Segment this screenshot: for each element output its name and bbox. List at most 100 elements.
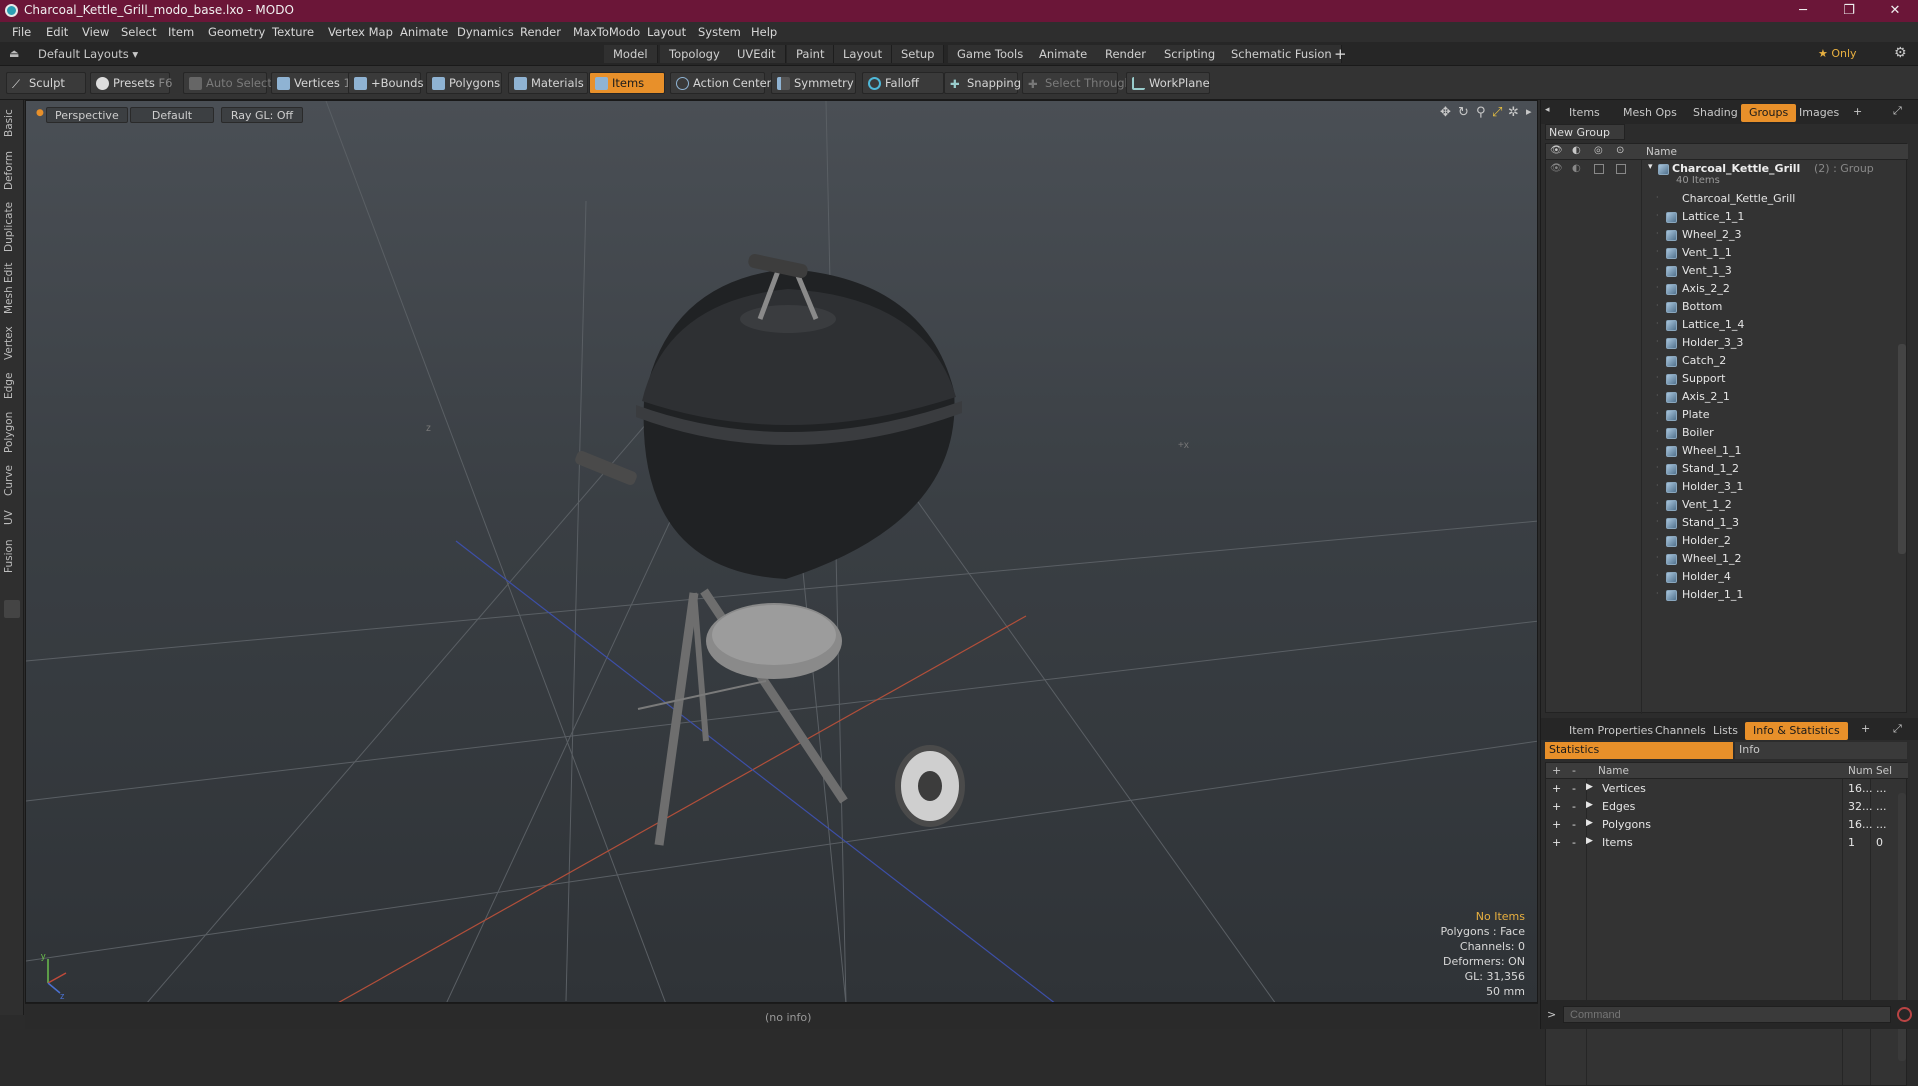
menu-view[interactable]: View (82, 25, 109, 39)
menu-animate[interactable]: Animate (400, 25, 448, 39)
new-group-button[interactable]: New Group (1545, 124, 1625, 140)
materials-button[interactable]: Materials (508, 72, 588, 94)
expand-triangle-icon[interactable]: ▶ (1586, 818, 1593, 828)
list-item[interactable]: · Charcoal_Kettle_Grill (1546, 191, 1906, 209)
presets-button[interactable]: Presets F6 (90, 72, 172, 94)
add-row-icon[interactable]: + (1552, 782, 1561, 795)
expand-triangle-icon[interactable]: ▶ (1586, 800, 1593, 810)
gear-icon[interactable]: ⚙ (1894, 45, 1907, 61)
tab-render[interactable]: Render (1096, 45, 1156, 63)
select-through-button[interactable]: ✚ Select Through (1022, 72, 1132, 94)
table-row[interactable]: + - ▶ Items 1 0 (1546, 835, 1906, 853)
lock-column-icon[interactable]: ◎ (1594, 145, 1603, 156)
tab-info-statistics[interactable]: Info & Statistics (1745, 722, 1848, 740)
menu-file[interactable]: File (12, 25, 31, 39)
list-item[interactable]: · Stand_1_2 (1546, 461, 1906, 479)
menu-vertex-map[interactable]: Vertex Map (328, 25, 393, 39)
stats-expand-icon[interactable]: ⤢ (1893, 722, 1902, 736)
remove-row-icon[interactable]: - (1572, 800, 1576, 813)
workplane-button[interactable]: WorkPlane (1126, 72, 1210, 94)
layout-dropdown[interactable]: Default Layouts ▾ (38, 47, 138, 61)
snapping-button[interactable]: ✚ Snapping (944, 72, 1021, 94)
menu-help[interactable]: Help (751, 25, 777, 39)
list-item[interactable]: · Plate (1546, 407, 1906, 425)
list-item[interactable]: · Stand_1_3 (1546, 515, 1906, 533)
groups-scrollbar[interactable] (1898, 344, 1906, 554)
tab-uv[interactable]: UV (3, 504, 21, 532)
tab-game-tools[interactable]: Game Tools (948, 45, 1034, 63)
menu-system[interactable]: System (698, 25, 741, 39)
panel-expand-icon[interactable]: ⤢ (1893, 104, 1902, 118)
remove-all-icon[interactable]: - (1572, 764, 1576, 777)
tab-animate[interactable]: Animate (1030, 45, 1098, 63)
list-item[interactable]: · Boiler (1546, 425, 1906, 443)
list-item[interactable]: · Wheel_1_2 (1546, 551, 1906, 569)
add-tab-button[interactable]: + (1334, 45, 1347, 63)
list-item[interactable]: · Vent_1_2 (1546, 497, 1906, 515)
action-center-button[interactable]: Action Center (670, 72, 771, 94)
vertices-button[interactable]: Vertices 1 (271, 72, 351, 94)
render-toggle-icon[interactable]: ◐ (1572, 163, 1581, 174)
list-item[interactable]: · Wheel_2_3 (1546, 227, 1906, 245)
visibility-column-icon[interactable]: 👁 (1550, 145, 1563, 156)
expand-strip-button[interactable] (4, 600, 20, 618)
menu-texture[interactable]: Texture (272, 25, 314, 39)
maximize-button[interactable]: ❐ (1826, 0, 1872, 22)
tab-mesh-edit[interactable]: Mesh Edit (3, 260, 21, 316)
add-row-icon[interactable]: + (1552, 800, 1561, 813)
tab-edge[interactable]: Edge (3, 368, 21, 404)
lock-checkbox[interactable] (1594, 164, 1604, 174)
add-row-icon[interactable]: + (1552, 818, 1561, 831)
tab-images[interactable]: Images (1791, 104, 1847, 122)
3d-viewport[interactable]: ● Perspective Default Ray GL: Off ✥ ↻ ⚲ … (25, 100, 1538, 1003)
remove-row-icon[interactable]: - (1572, 836, 1576, 849)
add-panel-tab-icon[interactable]: + (1853, 105, 1862, 118)
command-input[interactable] (1563, 1006, 1891, 1023)
menu-layout[interactable]: Layout (647, 25, 686, 39)
remove-row-icon[interactable]: - (1572, 782, 1576, 795)
falloff-button[interactable]: Falloff (862, 72, 944, 94)
group-row[interactable]: 👁 ◐ ▾ Charcoal_Kettle_Grill (2) : Group (1546, 161, 1906, 179)
tab-layout[interactable]: Layout (834, 45, 893, 63)
only-toggle[interactable]: ★ Only (1818, 47, 1857, 60)
menu-render[interactable]: Render (520, 25, 561, 39)
expand-triangle-icon[interactable]: ▶ (1586, 836, 1593, 846)
list-item[interactable]: · Support (1546, 371, 1906, 389)
list-item[interactable]: · Holder_3_3 (1546, 335, 1906, 353)
add-all-icon[interactable]: + (1552, 764, 1561, 777)
list-item[interactable]: · Wheel_1_1 (1546, 443, 1906, 461)
menu-select[interactable]: Select (121, 25, 156, 39)
tab-shading[interactable]: Shading (1685, 104, 1746, 122)
minimize-button[interactable]: ─ (1780, 0, 1826, 22)
list-item[interactable]: · Catch_2 (1546, 353, 1906, 371)
tab-channels[interactable]: Channels (1647, 722, 1714, 740)
tab-topology[interactable]: Topology (660, 45, 730, 63)
tab-basic[interactable]: Basic (3, 106, 21, 140)
table-row[interactable]: + - ▶ Edges 32...... (1546, 799, 1906, 817)
tab-uvedit[interactable]: UVEdit (728, 45, 786, 63)
menu-edit[interactable]: Edit (46, 25, 68, 39)
list-item[interactable]: · Lattice_1_1 (1546, 209, 1906, 227)
tab-fusion[interactable]: Fusion (3, 536, 21, 576)
list-item[interactable]: · Lattice_1_4 (1546, 317, 1906, 335)
menu-geometry[interactable]: Geometry (208, 25, 265, 39)
sculpt-button[interactable]: ⟋ Sculpt (6, 72, 86, 94)
select-checkbox[interactable] (1616, 164, 1626, 174)
table-row[interactable]: + - ▶ Polygons 16...... (1546, 817, 1906, 835)
list-item[interactable]: · Vent_1_1 (1546, 245, 1906, 263)
expand-triangle-icon[interactable]: ▾ (1648, 162, 1653, 172)
tab-items[interactable]: Items (1561, 104, 1608, 122)
panel-menu-icon[interactable]: ◂ (1545, 105, 1550, 115)
tab-paint[interactable]: Paint (787, 45, 835, 63)
info-subtab[interactable]: Info (1735, 742, 1907, 759)
tab-deform[interactable]: Deform (3, 148, 21, 192)
list-item[interactable]: · Axis_2_2 (1546, 281, 1906, 299)
list-item[interactable]: · Axis_2_1 (1546, 389, 1906, 407)
select-column-icon[interactable]: ⊙ (1616, 145, 1624, 156)
remove-row-icon[interactable]: - (1572, 818, 1576, 831)
tab-duplicate[interactable]: Duplicate (3, 200, 21, 254)
add-stats-tab-icon[interactable]: + (1861, 722, 1870, 735)
expand-triangle-icon[interactable]: ▶ (1586, 782, 1593, 792)
menu-item[interactable]: Item (168, 25, 194, 39)
menu-maxtomodo[interactable]: MaxToModo (573, 25, 640, 39)
